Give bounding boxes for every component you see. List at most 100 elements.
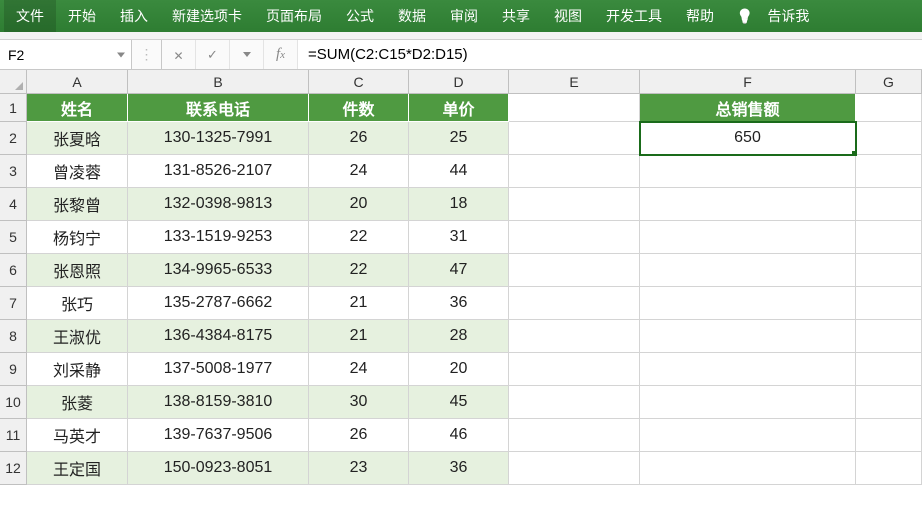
cell-B6[interactable]: 134-9965-6533 [128, 254, 309, 287]
cell-E1[interactable] [509, 94, 640, 122]
cell-G6[interactable] [856, 254, 922, 287]
cell-G8[interactable] [856, 320, 922, 353]
cell-B11[interactable]: 139-7637-9506 [128, 419, 309, 452]
cell-A3[interactable]: 曾凌蓉 [27, 155, 128, 188]
cell-D4[interactable]: 18 [409, 188, 509, 221]
cell-F12[interactable] [640, 452, 856, 485]
cell-B12[interactable]: 150-0923-8051 [128, 452, 309, 485]
ribbon-tab-newtab[interactable]: 新建选项卡 [160, 0, 254, 32]
cell-G5[interactable] [856, 221, 922, 254]
cell-E2[interactable] [509, 122, 640, 155]
header-cell-C1[interactable]: 件数 [309, 94, 409, 122]
enter-formula-button[interactable] [196, 40, 230, 69]
row-header-1[interactable]: 1 [0, 94, 27, 122]
cell-F9[interactable] [640, 353, 856, 386]
row-header-3[interactable]: 3 [0, 155, 27, 188]
cell-G1[interactable] [856, 94, 922, 122]
cell-C4[interactable]: 20 [309, 188, 409, 221]
cell-B3[interactable]: 131-8526-2107 [128, 155, 309, 188]
cell-A11[interactable]: 马英才 [27, 419, 128, 452]
cell-B2[interactable]: 130-1325-7991 [128, 122, 309, 155]
cell-D2[interactable]: 25 [409, 122, 509, 155]
column-header-E[interactable]: E [509, 70, 640, 94]
cell-C12[interactable]: 23 [309, 452, 409, 485]
cell-F3[interactable] [640, 155, 856, 188]
cell-E3[interactable] [509, 155, 640, 188]
header-cell-A1[interactable]: 姓名 [27, 94, 128, 122]
row-header-6[interactable]: 6 [0, 254, 27, 287]
cell-E7[interactable] [509, 287, 640, 320]
ribbon-tab-pagelayout[interactable]: 页面布局 [254, 0, 334, 32]
lightbulb-icon[interactable] [726, 8, 763, 25]
column-header-D[interactable]: D [409, 70, 509, 94]
name-box[interactable]: F2 [0, 40, 132, 69]
column-header-A[interactable]: A [27, 70, 128, 94]
cell-D12[interactable]: 36 [409, 452, 509, 485]
row-header-11[interactable]: 11 [0, 419, 27, 452]
cell-B7[interactable]: 135-2787-6662 [128, 287, 309, 320]
row-header-9[interactable]: 9 [0, 353, 27, 386]
insert-function-button[interactable]: fx [264, 40, 298, 69]
cell-E5[interactable] [509, 221, 640, 254]
cell-G9[interactable] [856, 353, 922, 386]
ribbon-tab-insert[interactable]: 插入 [108, 0, 160, 32]
cell-A7[interactable]: 张巧 [27, 287, 128, 320]
cell-F5[interactable] [640, 221, 856, 254]
ribbon-tab-help[interactable]: 帮助 [674, 0, 726, 32]
cell-G3[interactable] [856, 155, 922, 188]
cell-F4[interactable] [640, 188, 856, 221]
cell-F2[interactable]: 650 [640, 122, 856, 155]
cell-E8[interactable] [509, 320, 640, 353]
cell-C7[interactable]: 21 [309, 287, 409, 320]
cell-F6[interactable] [640, 254, 856, 287]
row-header-8[interactable]: 8 [0, 320, 27, 353]
cell-G7[interactable] [856, 287, 922, 320]
cell-E9[interactable] [509, 353, 640, 386]
cell-C5[interactable]: 22 [309, 221, 409, 254]
cell-A6[interactable]: 张恩照 [27, 254, 128, 287]
row-header-7[interactable]: 7 [0, 287, 27, 320]
ribbon-tab-view[interactable]: 视图 [542, 0, 594, 32]
cell-F7[interactable] [640, 287, 856, 320]
chevron-down-icon[interactable] [117, 52, 125, 57]
cell-C11[interactable]: 26 [309, 419, 409, 452]
cancel-formula-button[interactable] [162, 40, 196, 69]
ribbon-tab-formulas[interactable]: 公式 [334, 0, 386, 32]
cell-B4[interactable]: 132-0398-9813 [128, 188, 309, 221]
cell-G4[interactable] [856, 188, 922, 221]
ribbon-tab-review[interactable]: 审阅 [438, 0, 490, 32]
row-header-5[interactable]: 5 [0, 221, 27, 254]
cell-B5[interactable]: 133-1519-9253 [128, 221, 309, 254]
cell-F8[interactable] [640, 320, 856, 353]
cell-D5[interactable]: 31 [409, 221, 509, 254]
tell-me[interactable]: 告诉我 [763, 0, 821, 32]
cell-E10[interactable] [509, 386, 640, 419]
cell-C3[interactable]: 24 [309, 155, 409, 188]
row-header-10[interactable]: 10 [0, 386, 27, 419]
cell-D11[interactable]: 46 [409, 419, 509, 452]
ribbon-tab-devtools[interactable]: 开发工具 [594, 0, 674, 32]
formula-dropdown[interactable] [230, 40, 264, 69]
ribbon-tab-home[interactable]: 开始 [56, 0, 108, 32]
column-header-C[interactable]: C [309, 70, 409, 94]
column-header-B[interactable]: B [128, 70, 309, 94]
cell-E11[interactable] [509, 419, 640, 452]
cell-D8[interactable]: 28 [409, 320, 509, 353]
formula-input[interactable]: =SUM(C2:C15*D2:D15) [298, 40, 922, 69]
cell-B10[interactable]: 138-8159-3810 [128, 386, 309, 419]
cell-D9[interactable]: 20 [409, 353, 509, 386]
cell-A4[interactable]: 张黎曾 [27, 188, 128, 221]
cell-G2[interactable] [856, 122, 922, 155]
ribbon-tab-share[interactable]: 共享 [490, 0, 542, 32]
cell-G11[interactable] [856, 419, 922, 452]
cell-D6[interactable]: 47 [409, 254, 509, 287]
cell-C2[interactable]: 26 [309, 122, 409, 155]
ribbon-tab-data[interactable]: 数据 [386, 0, 438, 32]
cell-B8[interactable]: 136-4384-8175 [128, 320, 309, 353]
cell-E12[interactable] [509, 452, 640, 485]
cell-F10[interactable] [640, 386, 856, 419]
column-header-F[interactable]: F [640, 70, 856, 94]
row-header-12[interactable]: 12 [0, 452, 27, 485]
cell-C8[interactable]: 21 [309, 320, 409, 353]
header-cell-D1[interactable]: 单价 [409, 94, 509, 122]
